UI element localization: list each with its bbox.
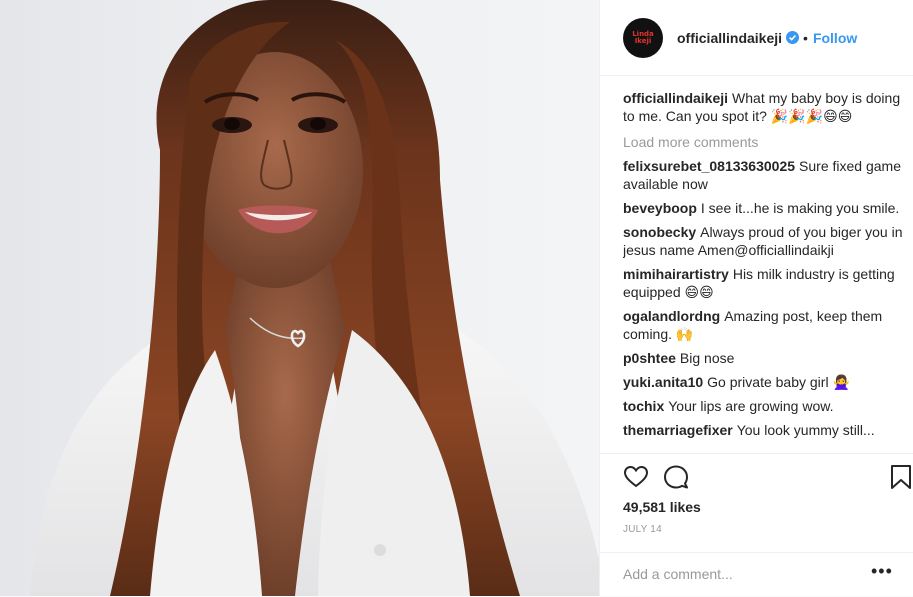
instagram-post: Linda Ikeji officiallindaikeji • Follow … xyxy=(0,0,913,596)
bookmark-icon[interactable] xyxy=(888,464,913,490)
post-side-panel: Linda Ikeji officiallindaikeji • Follow … xyxy=(599,0,913,596)
avatar[interactable]: Linda Ikeji xyxy=(623,17,663,58)
comment-item: p0shtee Big nose xyxy=(623,349,903,367)
comment-item: felixsurebet_08133630025 Sure fixed game … xyxy=(623,157,903,193)
comment-username[interactable]: themarriagefixer xyxy=(623,422,733,438)
comment-username[interactable]: ogalandlordng xyxy=(623,308,720,324)
comment-username[interactable]: p0shtee xyxy=(623,350,676,366)
comment-text: Your lips are growing wow. xyxy=(668,398,834,414)
add-comment-input[interactable] xyxy=(623,564,863,584)
comment-text: Big nose xyxy=(679,350,735,366)
comment-text: Go private baby girl 🙅‍♀️ xyxy=(707,374,850,390)
post-actions: 49,581 likes JULY 14 ••• xyxy=(600,453,913,596)
comment-username[interactable]: yuki.anita10 xyxy=(623,374,703,390)
comment-username[interactable]: sonobecky xyxy=(623,224,696,240)
add-comment-bar: ••• xyxy=(600,552,913,597)
load-more-comments-button[interactable]: Load more comments xyxy=(623,133,903,151)
comment-text: You look yummy still... xyxy=(736,422,875,438)
post-date[interactable]: JULY 14 xyxy=(623,524,662,535)
more-options-button[interactable]: ••• xyxy=(871,562,893,580)
action-icon-row xyxy=(623,464,913,492)
comment-username[interactable]: tochix xyxy=(623,398,664,414)
comment-text: I see it...he is making you smile. xyxy=(700,200,900,216)
likes-count[interactable]: 49,581 likes xyxy=(623,499,701,515)
comment-item: yuki.anita10 Go private baby girl 🙅‍♀️ xyxy=(623,373,903,391)
caption-username[interactable]: officiallindaikeji xyxy=(623,90,728,106)
comment-item: tochix Your lips are growing wow. xyxy=(623,397,903,415)
heart-icon[interactable] xyxy=(623,464,649,490)
comment-item: ogalandlordng Amazing post, keep them com… xyxy=(623,307,903,343)
follow-button[interactable]: Follow xyxy=(813,30,857,46)
caption: officiallindaikeji What my baby boy is do… xyxy=(623,89,903,125)
comment-item: mimihairartistry His milk industry is get… xyxy=(623,265,903,301)
comment-icon[interactable] xyxy=(663,464,689,490)
header-username[interactable]: officiallindaikeji xyxy=(677,30,782,46)
verified-badge-icon xyxy=(786,31,800,44)
comment-item: themarriagefixer You look yummy still... xyxy=(623,421,903,439)
comment-username[interactable]: mimihairartistry xyxy=(623,266,729,282)
header-separator: • xyxy=(803,29,808,46)
post-photo[interactable] xyxy=(0,0,599,596)
comment-username[interactable]: felixsurebet_08133630025 xyxy=(623,158,795,174)
comment-username[interactable]: beveyboop xyxy=(623,200,697,216)
avatar-logo: Linda Ikeji xyxy=(632,29,654,45)
comment-item: beveyboop I see it...he is making you smi… xyxy=(623,199,903,217)
comments-list[interactable]: officiallindaikeji What my baby boy is do… xyxy=(623,89,903,453)
comment-item: sonobecky Always proud of you biger you i… xyxy=(623,223,903,259)
post-header: Linda Ikeji officiallindaikeji • Follow xyxy=(600,0,913,76)
post-photo-illustration xyxy=(0,0,599,596)
